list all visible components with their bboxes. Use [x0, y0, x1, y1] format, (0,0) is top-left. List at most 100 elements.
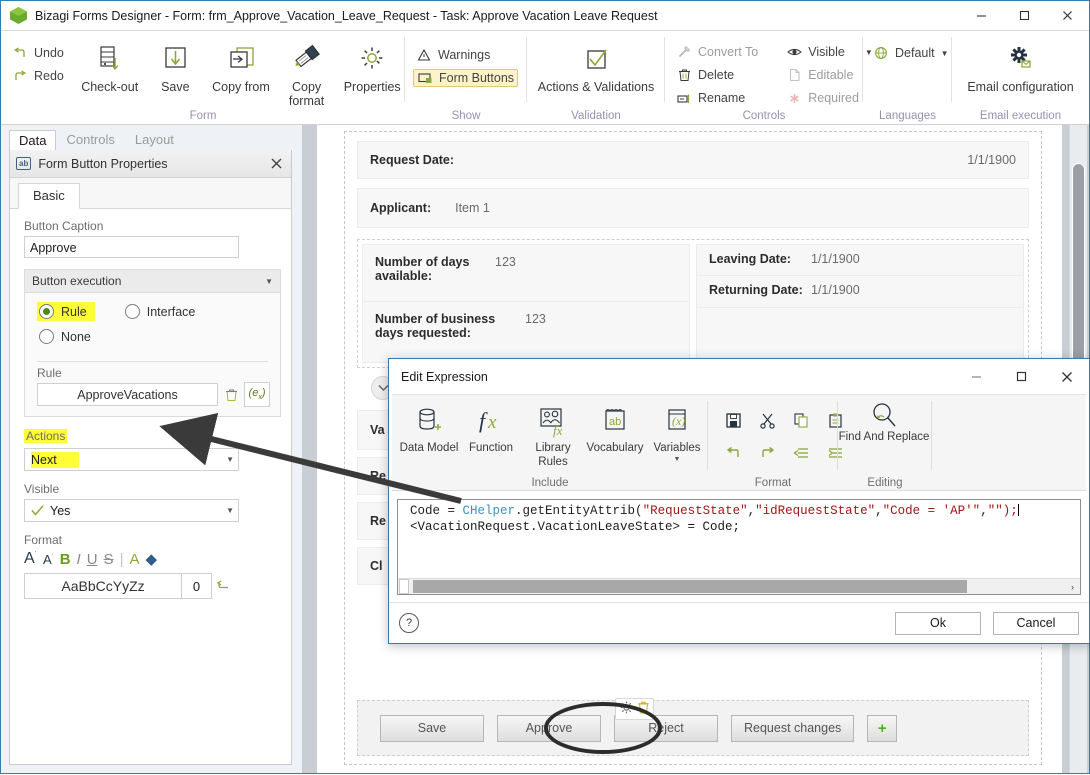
ok-button[interactable]: Ok [895, 611, 981, 635]
save-icon[interactable] [716, 403, 750, 437]
cancel-button[interactable]: Cancel [993, 611, 1079, 635]
radio-interface-label: Interface [146, 304, 196, 319]
close-button[interactable] [1046, 1, 1089, 30]
vocabulary-button[interactable]: ab Vocabulary [584, 395, 646, 470]
edit-expression-dialog: Edit Expression Data Model f x Function … [388, 358, 1090, 644]
italic-icon[interactable]: I [77, 552, 81, 567]
help-icon[interactable]: ? [399, 613, 419, 633]
required-label: Required [808, 91, 859, 105]
panel-close-icon[interactable] [267, 155, 285, 173]
maximize-button[interactable] [1003, 1, 1046, 30]
form-button-add[interactable]: + [867, 714, 898, 742]
radio-rule[interactable]: Rule [37, 302, 95, 321]
format-preview-row: AaBbCcYyZz 0 [24, 573, 281, 599]
function-button[interactable]: fx Function [460, 395, 522, 470]
rename-button[interactable]: Rename [673, 89, 761, 107]
strikethrough-icon[interactable]: S [104, 552, 114, 567]
tab-data[interactable]: Data [9, 130, 57, 151]
rule-name-field[interactable]: ApproveVacations [37, 383, 218, 406]
editor-horizontal-scrollbar[interactable]: ‹ › [398, 578, 1080, 594]
undo-button[interactable]: Undo [9, 44, 67, 62]
cell-business-days[interactable]: Number of business days requested: 123 [362, 302, 690, 363]
email-configuration-button[interactable]: Email configuration [954, 36, 1088, 94]
save-button[interactable]: Save [143, 36, 209, 94]
font-color-icon[interactable]: A [129, 552, 139, 567]
underline-icon[interactable]: U [87, 552, 98, 567]
visible-select[interactable]: Yes ▼ [24, 499, 239, 522]
dialog-maximize-button[interactable] [999, 359, 1044, 394]
default-language-button[interactable]: Default ▼ [870, 44, 952, 62]
cell-right-empty[interactable] [696, 308, 1024, 363]
cut-icon[interactable] [750, 403, 784, 437]
visible-value: Yes [50, 503, 71, 518]
tab-controls[interactable]: Controls [56, 129, 124, 150]
actions-validations-label: Actions & Validations [537, 80, 655, 94]
properties-button[interactable]: Properties [339, 36, 405, 94]
default-dropdown-caret-icon[interactable]: ▼ [941, 49, 949, 58]
variables-button[interactable]: (x) Variables ▼ [646, 395, 708, 470]
gear-icon[interactable] [619, 700, 634, 718]
code-l1-method: .getEntityAttrib( [515, 504, 643, 518]
cell-returning-date[interactable]: Returning Date: 1/1/1900 [696, 276, 1024, 308]
dialog-minimize-button[interactable] [954, 359, 999, 394]
check-out-button[interactable]: Check-out [77, 36, 143, 94]
hscroll-thumb[interactable] [413, 580, 968, 593]
copy-from-button[interactable]: Copy from [208, 36, 274, 94]
button-execution-header[interactable]: Button execution ▼ [25, 270, 280, 293]
application-window: Bizagi Forms Designer - Form: frm_Approv… [0, 0, 1090, 774]
dialog-group-editing-label: Editing [867, 477, 903, 489]
cell-days-available[interactable]: Number of days available: 123 [362, 244, 690, 302]
actions-select[interactable]: Next ▼ [24, 448, 239, 471]
highlight-color-icon[interactable]: ◆ [145, 552, 157, 567]
collapse-caret-icon[interactable]: ▼ [265, 277, 273, 286]
code-l1-arg3: "Code = 'AP'" [882, 504, 981, 518]
library-rules-button[interactable]: fx Library Rules [522, 395, 584, 470]
warnings-button[interactable]: Warnings [413, 46, 518, 64]
scroll-right-icon[interactable]: › [1065, 579, 1080, 594]
form-button-save[interactable]: Save [380, 714, 484, 742]
tab-layout[interactable]: Layout [125, 129, 184, 150]
canvas-scroll-thumb[interactable] [1072, 163, 1085, 365]
variables-caret-icon[interactable]: ▼ [674, 456, 681, 464]
reset-format-icon[interactable] [216, 578, 232, 594]
cell-leaving-date[interactable]: Leaving Date: 1/1/1900 [696, 244, 1024, 276]
expression-code-editor[interactable]: Code = CHelper.getEntityAttrib("RequestS… [397, 499, 1081, 595]
asterisk-icon [786, 90, 802, 106]
hidden-row-3-label: Re [370, 514, 386, 528]
button-caption-input[interactable]: Approve [24, 236, 239, 258]
data-model-button[interactable]: Data Model [398, 395, 460, 470]
font-grow-icon[interactable]: A˙ [24, 551, 37, 567]
rule-expression-icon[interactable]: (ex) [244, 382, 270, 407]
find-and-replace-button[interactable]: Find And Replace [838, 395, 930, 445]
format-size-value[interactable]: 0 [182, 573, 212, 599]
form-buttons-toggle[interactable]: Form Buttons [413, 69, 519, 87]
copy-icon[interactable] [784, 403, 818, 437]
tab-basic[interactable]: Basic [18, 183, 80, 209]
font-shrink-icon[interactable]: A˙ [43, 553, 54, 566]
redo-icon[interactable] [750, 437, 784, 469]
outdent-icon[interactable] [784, 437, 818, 469]
dialog-title: Edit Expression [401, 369, 488, 384]
undo-icon[interactable] [716, 437, 750, 469]
editor-resize-grip[interactable] [399, 579, 409, 594]
hscroll-track[interactable] [413, 579, 1065, 594]
ribbon-group-email-execution: Email configuration Email execution [952, 31, 1089, 124]
convert-to-button[interactable]: Convert To [673, 43, 761, 61]
form-row-applicant[interactable]: Applicant: Item 1 [357, 188, 1029, 228]
ribbon-group-form-label: Form [189, 110, 217, 122]
form-button-approve[interactable]: Approve [497, 714, 601, 742]
dialog-close-button[interactable] [1044, 359, 1089, 394]
form-button-request-changes[interactable]: Request changes [731, 714, 855, 742]
redo-button[interactable]: Redo [9, 67, 67, 85]
minimize-button[interactable] [960, 1, 1003, 30]
actions-validations-button[interactable]: Actions & Validations [528, 36, 664, 94]
radio-none[interactable]: None [37, 327, 99, 346]
copy-format-button[interactable]: Copy format [274, 36, 340, 109]
trash-icon[interactable] [637, 700, 650, 718]
delete-button[interactable]: Delete [673, 66, 761, 84]
bold-icon[interactable]: B [60, 552, 71, 567]
format-icon-grid [708, 395, 842, 469]
rule-delete-icon[interactable] [218, 382, 244, 407]
form-row-request-date[interactable]: Request Date: 1/1/1900 [357, 141, 1029, 179]
radio-interface[interactable]: Interface [123, 302, 204, 321]
